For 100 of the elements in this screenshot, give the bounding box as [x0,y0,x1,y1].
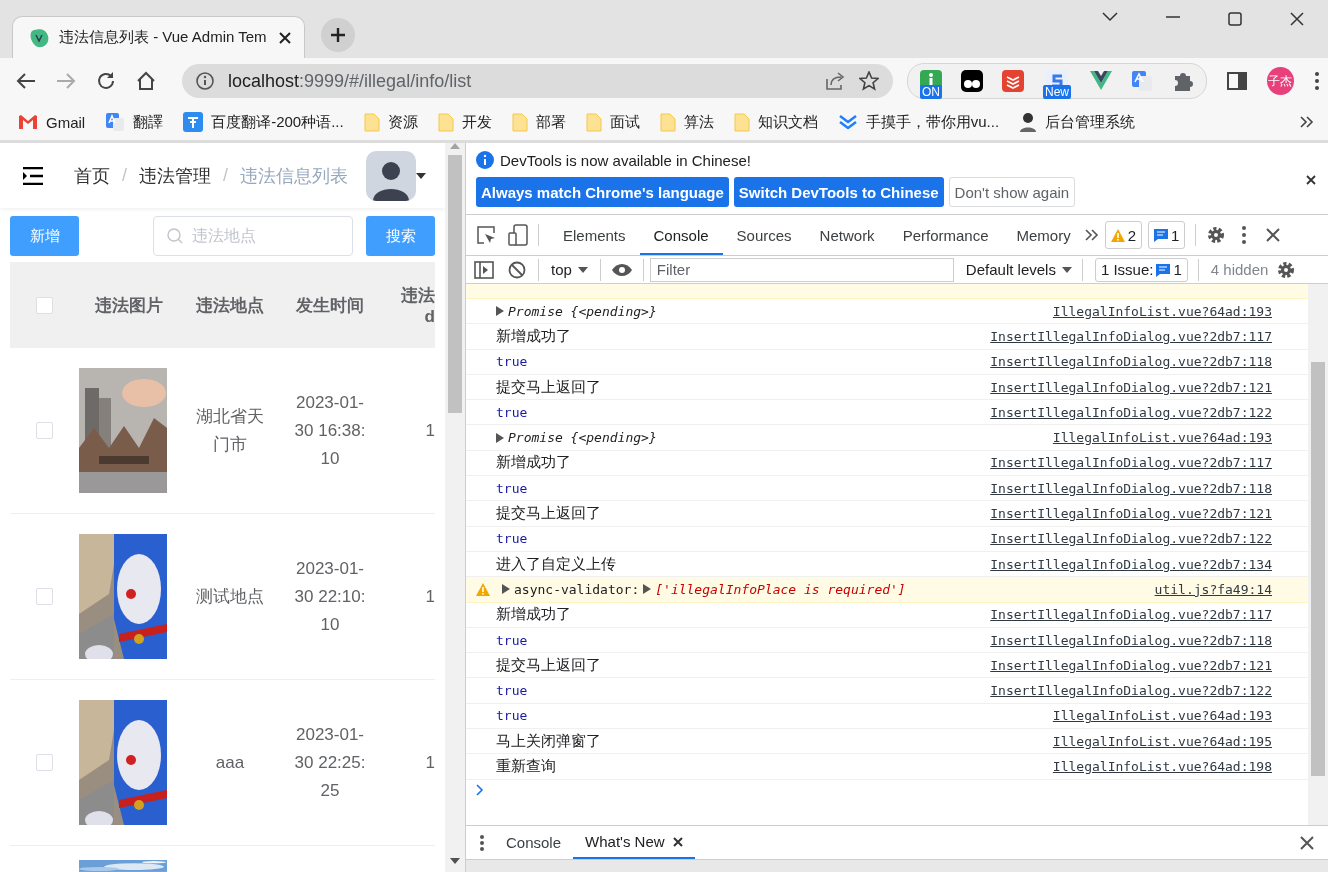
bookmark[interactable]: 百度翻译-200种语... [183,112,344,132]
issues-button[interactable]: 1 Issue: 1 [1094,257,1188,282]
source-link[interactable]: IllegalInfoList.vue?64ad:193 [1052,708,1272,724]
devtools-tab[interactable]: Performance [888,215,1003,255]
source-link[interactable]: InsertIllegalInfoDialog.vue?2db7:122 [990,683,1272,699]
devtools-tab[interactable]: Memory [1002,215,1085,255]
reload-icon[interactable] [96,71,116,91]
more-icon[interactable] [1242,226,1247,244]
bookmark[interactable]: 算法 [659,112,714,132]
source-link[interactable]: IllegalInfoList.vue?64ad:198 [1052,759,1272,774]
source-link[interactable]: InsertIllegalInfoDialog.vue?2db7:134 [990,556,1272,572]
bookmark[interactable]: 部署 [511,112,566,132]
breadcrumb-item[interactable]: 违法管理 [139,163,211,188]
expand-triangle-icon[interactable] [496,306,504,317]
back-icon[interactable] [16,72,36,90]
checkbox[interactable] [35,422,53,439]
close-icon[interactable] [1266,228,1281,242]
source-link[interactable]: InsertIllegalInfoDialog.vue?2db7:118 [990,632,1272,648]
bookmark[interactable]: 资源 [363,112,418,132]
source-link[interactable]: util.js?fa49:14 [1154,581,1272,597]
source-link[interactable]: InsertIllegalInfoDialog.vue?2db7:117 [990,328,1272,344]
source-link[interactable]: InsertIllegalInfoDialog.vue?2db7:121 [990,657,1272,673]
close-icon[interactable] [672,836,683,847]
filter-field[interactable]: Filter [649,257,954,282]
share-icon[interactable] [824,71,845,91]
checkbox[interactable] [35,296,53,314]
context-dropdown[interactable]: top [543,261,596,278]
close-icon[interactable] [278,30,292,45]
search-field[interactable]: 违法地点 [153,216,353,256]
devtools-tab[interactable]: Elements [549,215,640,255]
device-icon[interactable] [508,224,528,246]
source-link[interactable]: InsertIllegalInfoDialog.vue?2db7:117 [990,455,1272,471]
scroll-down-icon[interactable] [450,858,460,864]
levels-dropdown[interactable]: Default levels [957,261,1080,278]
search-icon [167,228,183,244]
maximize-icon[interactable] [1228,12,1242,26]
star-icon[interactable] [858,71,879,91]
vue-icon[interactable] [1090,71,1112,91]
devtools-tab[interactable]: Console [639,215,723,255]
scrollbar-thumb[interactable] [1311,362,1325,776]
source-link[interactable]: InsertIllegalInfoDialog.vue?2db7:118 [990,354,1272,370]
source-link[interactable]: InsertIllegalInfoDialog.vue?2db7:121 [990,506,1272,521]
expand-triangle-icon[interactable] [496,432,504,443]
profile-avatar[interactable]: 子杰 [1267,67,1294,95]
breadcrumb-item[interactable]: 首页 [74,163,110,188]
bookmark[interactable]: Gmail [18,113,86,131]
infobar-button[interactable]: Always match Chrome's language [476,177,729,207]
mask-icon[interactable] [960,70,983,92]
address-bar[interactable]: localhost:9999/#/illegal/info/list [182,64,893,98]
chevrons-right-icon[interactable] [1300,116,1314,128]
devtools-tab[interactable]: Network [805,215,889,255]
bookmark[interactable]: 翻譯 [105,112,164,132]
browser-tab[interactable]: 违法信息列表 - Vue Admin Tem [12,16,305,58]
expand-triangle-icon[interactable] [643,584,652,595]
translate-icon[interactable] [1131,70,1153,92]
devtools-tab[interactable]: Sources [722,215,806,255]
home-icon[interactable] [136,71,156,91]
chevron-down-icon[interactable] [1102,12,1118,22]
source-link[interactable]: InsertIllegalInfoDialog.vue?2db7:117 [990,607,1272,623]
source-link[interactable]: InsertIllegalInfoDialog.vue?2db7:121 [990,379,1272,395]
checkbox[interactable] [35,754,53,771]
infobar-button[interactable]: Don't show again [948,177,1076,207]
warning-count[interactable]: 2 [1104,221,1142,249]
close-icon[interactable] [1300,836,1314,850]
scrollbar-thumb[interactable] [448,155,462,413]
more-icon[interactable] [1314,71,1320,91]
source-link[interactable]: InsertIllegalInfoDialog.vue?2db7:118 [990,480,1272,496]
source-link[interactable]: IllegalInfoList.vue?64ad:193 [1052,303,1272,319]
bookmark[interactable]: 手摸手，带你用vu... [837,112,1000,132]
clear-icon[interactable] [508,260,526,279]
eye-icon[interactable] [610,262,633,277]
inspect-icon[interactable] [476,225,496,245]
close-icon[interactable] [1306,175,1316,185]
settings-icon[interactable] [1206,225,1227,245]
bookmark[interactable]: 面试 [585,112,640,132]
settings-icon[interactable] [1276,259,1297,280]
more-tabs-icon[interactable] [1084,229,1099,241]
close-icon[interactable] [1290,12,1304,26]
bookmark[interactable]: 后台管理系统 [1019,112,1136,132]
drawer-tab[interactable]: Console [494,826,574,859]
menu-icon[interactable] [22,166,44,185]
sidebar-icon[interactable] [474,260,494,279]
infobar-button[interactable]: Switch DevTools to Chinese [733,177,944,207]
source-link[interactable]: IllegalInfoList.vue?64ad:195 [1052,733,1272,749]
side-panel-icon[interactable] [1227,71,1247,91]
new-tab-button[interactable] [321,18,355,52]
bookmark[interactable]: 知识文档 [733,112,818,132]
message-count[interactable]: 1 [1148,221,1186,249]
more-icon[interactable] [480,834,484,851]
checkbox[interactable] [35,588,53,605]
user-avatar[interactable] [366,150,417,201]
stack-icon[interactable] [1001,70,1024,92]
caret-down-icon[interactable] [416,172,427,179]
source-link[interactable]: InsertIllegalInfoDialog.vue?2db7:122 [990,404,1272,420]
expand-triangle-icon[interactable] [502,584,510,595]
prompt-icon[interactable] [476,783,484,796]
source-link[interactable]: InsertIllegalInfoDialog.vue?2db7:122 [990,531,1272,547]
puzzle-icon[interactable] [1172,70,1194,92]
bookmark[interactable]: 开发 [437,112,492,132]
source-link[interactable]: IllegalInfoList.vue?64ad:193 [1052,430,1272,446]
